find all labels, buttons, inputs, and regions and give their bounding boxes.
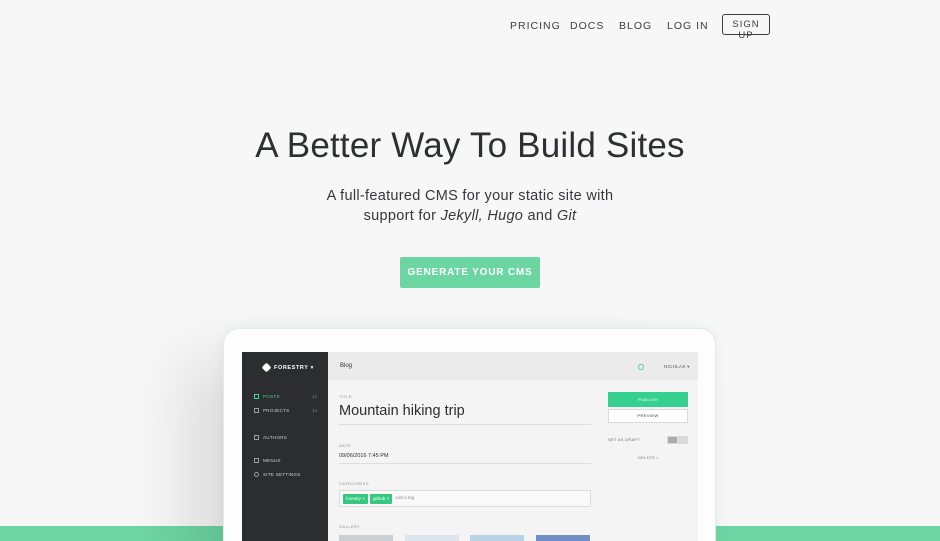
hero-subtitle-prefix: support for <box>363 208 441 224</box>
user-name: NICHLAS <box>664 364 686 369</box>
date-label: DATE <box>339 443 351 448</box>
post-title-field[interactable]: Mountain hiking trip <box>339 403 465 419</box>
divider <box>339 424 591 425</box>
projects-count: 14 <box>312 408 318 413</box>
brand-name: FORESTRY <box>274 364 309 371</box>
section-title: Blog <box>340 363 353 369</box>
status-dot-icon <box>638 364 644 370</box>
forestry-logo: FORESTRY ▾ <box>261 362 314 373</box>
top-nav: PRICING DOCS BLOG LOG IN SIGN UP <box>0 0 940 50</box>
forestry-logo-icon <box>261 362 272 373</box>
sidebar-item-authors[interactable]: AUTHORS <box>254 435 288 441</box>
draft-label: SET AS DRAFT <box>608 437 640 442</box>
divider <box>339 463 591 464</box>
delete-label: DELETE <box>638 455 656 460</box>
hero-title: A Better Way To Build Sites <box>255 126 685 165</box>
grid-icon <box>254 408 259 414</box>
jekyll-text: Jekyll, <box>440 208 483 224</box>
git-text: Git <box>556 208 577 224</box>
hero-subtitle-line1: A full-featured CMS for your static site… <box>326 188 614 204</box>
gear-icon <box>254 472 259 478</box>
gallery-thumbnail[interactable] <box>470 535 524 541</box>
categories-label: CATEGORIES <box>339 481 369 486</box>
signup-button[interactable]: SIGN UP <box>722 14 770 41</box>
tag-chip[interactable]: github × <box>370 494 393 504</box>
preview-button[interactable]: PREVIEW <box>608 409 688 423</box>
sidebar-item-label: POSTS <box>263 394 280 399</box>
delete-button[interactable]: DELETE ▪ <box>638 455 659 460</box>
generate-cms-button[interactable]: GENERATE YOUR CMS <box>400 257 540 288</box>
menu-icon <box>254 458 259 464</box>
nav-login-link[interactable]: LOG IN <box>667 20 709 32</box>
gallery-thumbnail[interactable] <box>536 535 590 541</box>
tag-chip[interactable]: forestry × <box>343 494 368 504</box>
date-field[interactable]: 09/06/2016 7:45 PM <box>339 453 389 459</box>
trash-icon: ▪ <box>656 455 659 460</box>
sidebar-item-site-settings[interactable]: SITE SETTINGS <box>254 472 301 478</box>
app-topbar: Blog NICHLAS ▾ <box>328 352 698 380</box>
authors-icon <box>254 435 259 441</box>
hugo-text: Hugo <box>487 208 524 224</box>
gallery-thumbnail[interactable] <box>405 535 459 541</box>
hero-subtitle-and: and <box>523 208 557 224</box>
tag-input[interactable]: forestry × github × Add a tag <box>339 490 591 507</box>
toggle-knob <box>668 437 677 443</box>
sidebar-item-label: SITE SETTINGS <box>263 472 301 477</box>
title-label: TITLE <box>339 394 352 399</box>
sidebar-item-projects[interactable]: PROJECTS <box>254 408 290 414</box>
nav-blog-link[interactable]: BLOG <box>619 20 652 32</box>
sidebar-item-menus[interactable]: MENUS <box>254 458 281 464</box>
posts-count: 12 <box>312 394 318 399</box>
hero-subtitle: A full-featured CMS for your static site… <box>0 186 940 226</box>
gallery-thumbnail[interactable] <box>339 535 393 541</box>
sidebar-item-label: PROJECTS <box>263 408 290 413</box>
publish-button[interactable]: PUBLISH <box>608 392 688 407</box>
add-tag-placeholder: Add a tag <box>395 495 415 500</box>
sidebar-item-label: MENUS <box>263 458 281 463</box>
app-screenshot: FORESTRY ▾ POSTS 12 PROJECTS 14 AUTHORS … <box>242 352 698 541</box>
nav-docs-link[interactable]: DOCS <box>570 20 604 32</box>
gallery-label: GALLERY <box>339 524 361 529</box>
posts-icon <box>254 394 259 400</box>
sidebar-item-label: AUTHORS <box>263 435 288 440</box>
app-sidebar: FORESTRY ▾ POSTS 12 PROJECTS 14 AUTHORS … <box>242 352 328 541</box>
sidebar-item-posts[interactable]: POSTS <box>254 394 280 400</box>
user-menu[interactable]: NICHLAS ▾ <box>664 364 690 370</box>
draft-toggle[interactable] <box>667 436 688 444</box>
nav-pricing-link[interactable]: PRICING <box>510 20 561 32</box>
